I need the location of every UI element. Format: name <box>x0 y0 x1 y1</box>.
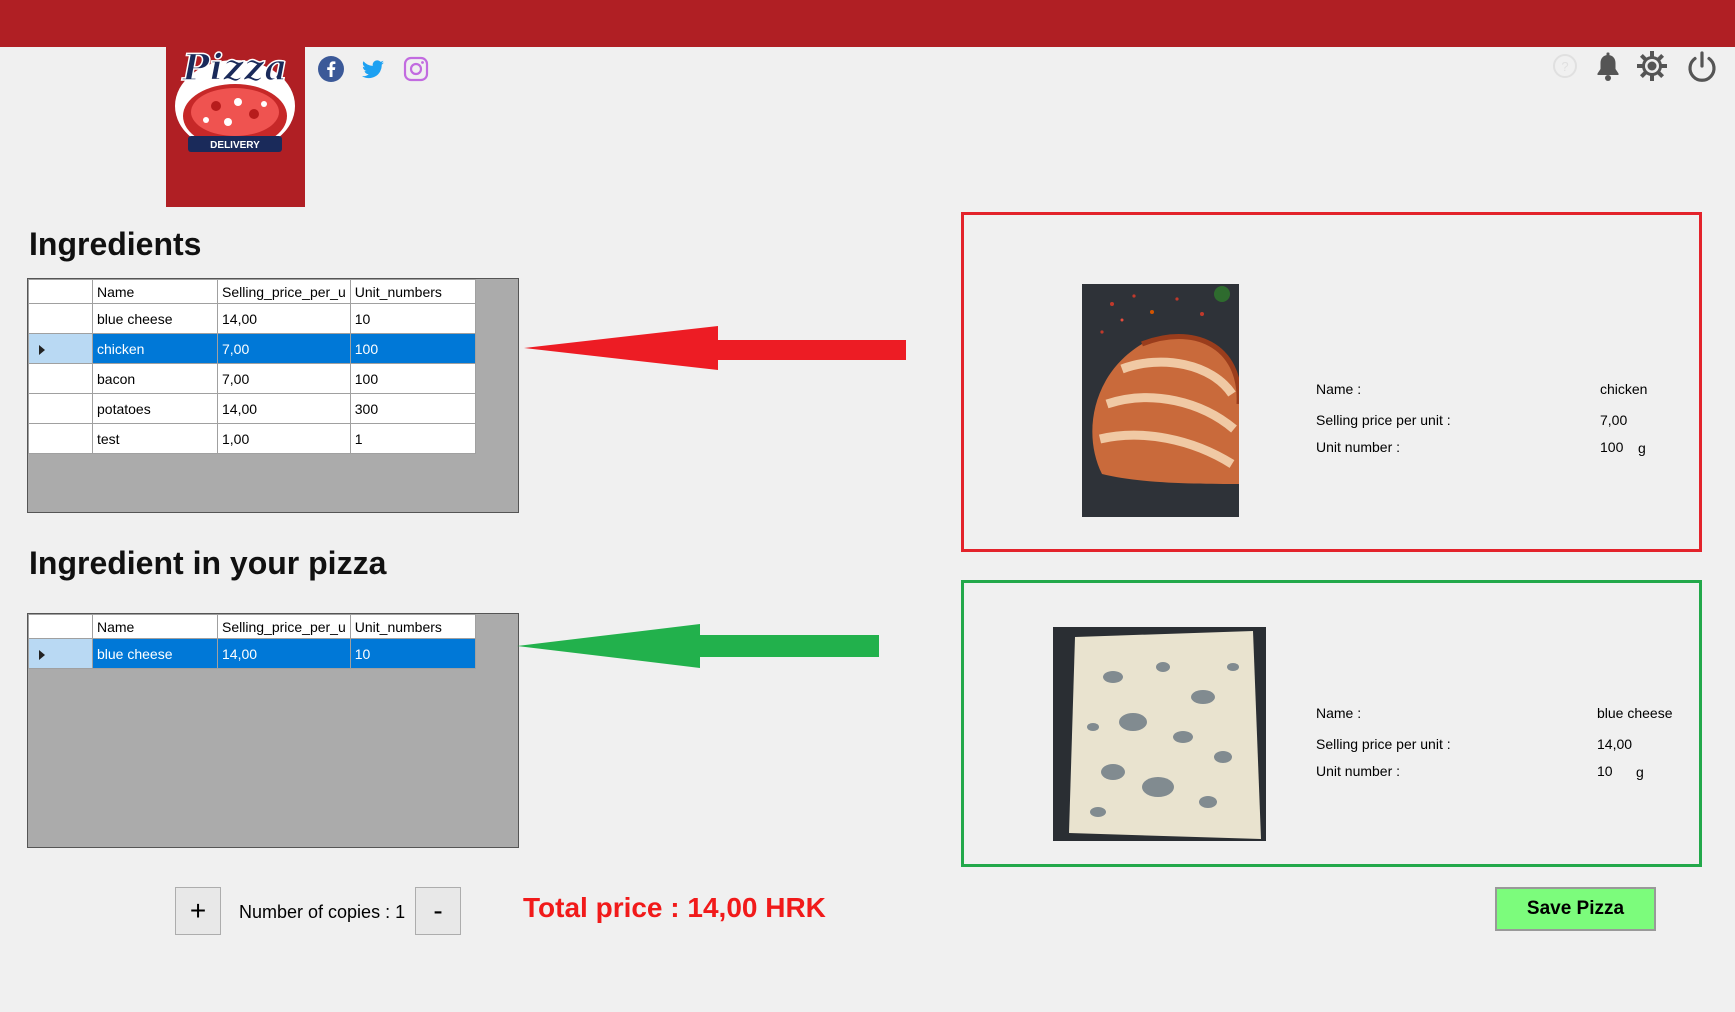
instagram-icon[interactable] <box>402 55 430 83</box>
column-header-units[interactable]: Unit_numbers <box>349 614 476 639</box>
total-price: Total price : 14,00 HRK <box>523 892 826 923</box>
pizza-detail-price-value: 14,00 <box>1597 736 1633 752</box>
detail-name-label: Name : <box>1316 381 1362 397</box>
detail-name-value: chicken <box>1600 381 1648 397</box>
pizza-detail-unit-value: 10 <box>1597 763 1613 779</box>
table-row-selected[interactable]: chicken 7,00 100 <box>28 333 476 364</box>
detail-price-value: 7,00 <box>1600 412 1628 428</box>
logo-subtext: DELIVERY <box>210 140 260 151</box>
cell-name[interactable]: bacon <box>92 363 218 394</box>
cell-price[interactable]: 7,00 <box>217 363 351 394</box>
column-header-name[interactable]: Name <box>92 279 218 304</box>
grid-header-row: Name Selling_price_per_u Unit_numbers <box>28 279 476 304</box>
pizza-detail-name-value: blue cheese <box>1597 705 1673 721</box>
row-header[interactable] <box>28 393 93 424</box>
cell-name[interactable]: blue cheese <box>92 303 218 334</box>
table-row-selected[interactable]: blue cheese 14,00 10 <box>28 638 476 669</box>
cell-units[interactable]: 300 <box>349 393 476 424</box>
ingredients-title: Ingredients <box>29 226 202 262</box>
green-arrow-icon <box>517 624 879 668</box>
table-row[interactable]: test 1,00 1 <box>28 423 476 454</box>
cell-name[interactable]: chicken <box>92 333 218 364</box>
row-header[interactable] <box>28 363 93 394</box>
row-pointer-icon <box>39 649 45 660</box>
cell-price[interactable]: 14,00 <box>217 638 351 669</box>
help-icon[interactable]: ? <box>1552 53 1578 84</box>
cell-name[interactable]: potatoes <box>92 393 218 424</box>
detail-unit-label: Unit number : <box>1316 439 1401 455</box>
blue-cheese-image <box>1053 627 1266 841</box>
remove-copy-button[interactable]: - <box>415 887 461 935</box>
row-header-corner <box>28 614 93 639</box>
pizza-detail-price-label: Selling price per unit : <box>1316 736 1451 752</box>
row-header[interactable] <box>28 423 93 454</box>
selected-ingredient-panel: Name : Selling price per unit : Unit num… <box>961 212 1702 552</box>
row-header[interactable] <box>28 638 93 669</box>
copies-label: Number of copies : 1 <box>239 902 406 922</box>
grid-header-row: Name Selling_price_per_u Unit_numbers <box>28 614 476 639</box>
svg-text:?: ? <box>1561 59 1568 74</box>
save-pizza-button[interactable]: Save Pizza <box>1495 887 1656 931</box>
detail-unit-suffix: g <box>1638 440 1646 456</box>
detail-price-label: Selling price per unit : <box>1316 412 1451 428</box>
pizza-delivery-logo: Pizza DELIVERY <box>166 34 305 207</box>
row-header[interactable] <box>28 333 93 364</box>
cell-price[interactable]: 14,00 <box>217 303 351 334</box>
gear-icon[interactable] <box>1636 50 1668 87</box>
cell-price[interactable]: 14,00 <box>217 393 351 424</box>
column-header-price[interactable]: Selling_price_per_u <box>217 279 351 304</box>
table-row[interactable]: bacon 7,00 100 <box>28 363 476 394</box>
column-header-units[interactable]: Unit_numbers <box>349 279 476 304</box>
cell-units[interactable]: 100 <box>349 333 476 364</box>
pizza-detail-name-label: Name : <box>1316 705 1362 721</box>
red-arrow-icon <box>524 326 906 370</box>
table-row[interactable]: potatoes 14,00 300 <box>28 393 476 424</box>
ingredients-grid[interactable]: Name Selling_price_per_u Unit_numbers bl… <box>27 278 519 513</box>
logo-text: Pizza <box>182 47 288 89</box>
add-copy-button[interactable]: + <box>175 887 221 935</box>
pizza-detail-unit-label: Unit number : <box>1316 763 1401 779</box>
cell-price[interactable]: 7,00 <box>217 333 351 364</box>
detail-unit-value: 100 <box>1600 439 1624 455</box>
cell-units[interactable]: 10 <box>349 303 476 334</box>
cell-units[interactable]: 1 <box>349 423 476 454</box>
pizza-detail-unit-suffix: g <box>1636 764 1644 780</box>
row-header-corner <box>28 279 93 304</box>
column-header-name[interactable]: Name <box>92 614 218 639</box>
pizza-ingredient-panel: Name : Selling price per unit : Unit num… <box>961 580 1702 867</box>
cell-name[interactable]: blue cheese <box>92 638 218 669</box>
pizza-ingredients-title: Ingredient in your pizza <box>29 545 387 581</box>
cell-units[interactable]: 10 <box>349 638 476 669</box>
bell-icon[interactable] <box>1594 52 1622 87</box>
pizza-ingredients-grid[interactable]: Name Selling_price_per_u Unit_numbers bl… <box>27 613 519 848</box>
twitter-icon[interactable] <box>359 55 387 83</box>
row-pointer-icon <box>39 344 45 355</box>
power-icon[interactable] <box>1685 50 1719 89</box>
row-header[interactable] <box>28 303 93 334</box>
cell-units[interactable]: 100 <box>349 363 476 394</box>
facebook-icon[interactable] <box>317 55 345 83</box>
cell-name[interactable]: test <box>92 423 218 454</box>
table-row[interactable]: blue cheese 14,00 10 <box>28 303 476 334</box>
chicken-image <box>1082 284 1242 517</box>
column-header-price[interactable]: Selling_price_per_u <box>217 614 351 639</box>
cell-price[interactable]: 1,00 <box>217 423 351 454</box>
